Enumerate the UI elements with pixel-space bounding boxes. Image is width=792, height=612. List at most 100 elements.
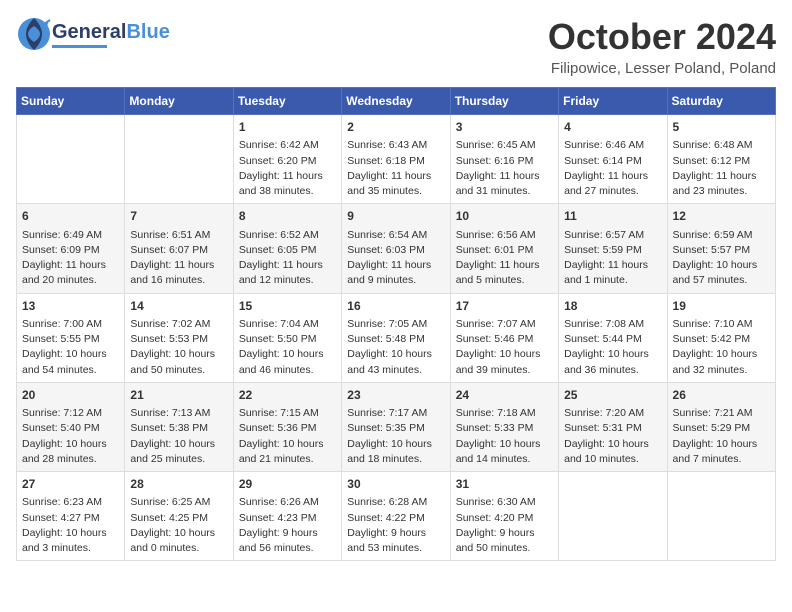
header-cell-saturday: Saturday <box>667 88 775 115</box>
day-number: 21 <box>130 387 227 404</box>
calendar-cell: 19 Sunrise: 7:10 AM Sunset: 5:42 PM Dayli… <box>667 293 775 382</box>
day-content: Sunrise: 7:04 AM Sunset: 5:50 PM Dayligh… <box>239 317 336 378</box>
location: Filipowice, Lesser Poland, Poland <box>548 60 776 77</box>
day-number: 25 <box>564 387 661 404</box>
day-content: Sunrise: 6:26 AM Sunset: 4:23 PM Dayligh… <box>239 495 336 556</box>
week-row-5: 27 Sunrise: 6:23 AM Sunset: 4:27 PM Dayli… <box>17 472 776 561</box>
header-cell-tuesday: Tuesday <box>233 88 341 115</box>
header-cell-monday: Monday <box>125 88 233 115</box>
day-content: Sunrise: 7:20 AM Sunset: 5:31 PM Dayligh… <box>564 406 661 467</box>
day-content: Sunrise: 7:17 AM Sunset: 5:35 PM Dayligh… <box>347 406 444 467</box>
day-number: 17 <box>456 298 553 315</box>
day-content: Sunrise: 6:42 AM Sunset: 6:20 PM Dayligh… <box>239 138 336 199</box>
day-content: Sunrise: 6:56 AM Sunset: 6:01 PM Dayligh… <box>456 228 553 289</box>
day-number: 29 <box>239 476 336 493</box>
day-number: 9 <box>347 208 444 225</box>
calendar-cell <box>667 472 775 561</box>
day-number: 12 <box>673 208 770 225</box>
calendar-cell: 11Sunrise: 6:57 AM Sunset: 5:59 PM Dayli… <box>559 204 667 293</box>
calendar-cell: 25 Sunrise: 7:20 AM Sunset: 5:31 PM Dayli… <box>559 382 667 471</box>
calendar-cell: 1 Sunrise: 6:42 AM Sunset: 6:20 PM Daylig… <box>233 115 341 204</box>
header-cell-thursday: Thursday <box>450 88 558 115</box>
calendar-cell: 3 Sunrise: 6:45 AM Sunset: 6:16 PM Daylig… <box>450 115 558 204</box>
day-content: Sunrise: 7:02 AM Sunset: 5:53 PM Dayligh… <box>130 317 227 378</box>
calendar-cell: 21Sunrise: 7:13 AM Sunset: 5:38 PM Dayli… <box>125 382 233 471</box>
page-header: GeneralBlue October 2024 Filipowice, Les… <box>16 16 776 77</box>
day-content: Sunrise: 7:21 AM Sunset: 5:29 PM Dayligh… <box>673 406 770 467</box>
calendar-cell: 28 Sunrise: 6:25 AM Sunset: 4:25 PM Dayli… <box>125 472 233 561</box>
logo-icon: GeneralBlue <box>16 16 170 52</box>
day-number: 2 <box>347 119 444 136</box>
calendar-cell: 24 Sunrise: 7:18 AM Sunset: 5:33 PM Dayli… <box>450 382 558 471</box>
day-content: Sunrise: 7:10 AM Sunset: 5:42 PM Dayligh… <box>673 317 770 378</box>
logo-globe-icon <box>16 16 52 52</box>
day-number: 19 <box>673 298 770 315</box>
calendar-cell: 9Sunrise: 6:54 AM Sunset: 6:03 PM Daylig… <box>342 204 450 293</box>
day-number: 31 <box>456 476 553 493</box>
calendar-cell: 4 Sunrise: 6:46 AM Sunset: 6:14 PM Daylig… <box>559 115 667 204</box>
day-number: 28 <box>130 476 227 493</box>
week-row-1: 1 Sunrise: 6:42 AM Sunset: 6:20 PM Daylig… <box>17 115 776 204</box>
day-content: Sunrise: 6:23 AM Sunset: 4:27 PM Dayligh… <box>22 495 119 556</box>
calendar-cell: 2 Sunrise: 6:43 AM Sunset: 6:18 PM Daylig… <box>342 115 450 204</box>
calendar-cell: 15 Sunrise: 7:04 AM Sunset: 5:50 PM Dayli… <box>233 293 341 382</box>
day-number: 7 <box>130 208 227 225</box>
day-number: 30 <box>347 476 444 493</box>
header-cell-sunday: Sunday <box>17 88 125 115</box>
calendar-header: SundayMondayTuesdayWednesdayThursdayFrid… <box>17 88 776 115</box>
calendar-cell: 7 Sunrise: 6:51 AM Sunset: 6:07 PM Daylig… <box>125 204 233 293</box>
calendar-cell: 20Sunrise: 7:12 AM Sunset: 5:40 PM Dayli… <box>17 382 125 471</box>
calendar-cell: 30 Sunrise: 6:28 AM Sunset: 4:22 PM Dayli… <box>342 472 450 561</box>
day-content: Sunrise: 6:51 AM Sunset: 6:07 PM Dayligh… <box>130 228 227 289</box>
calendar-cell: 16Sunrise: 7:05 AM Sunset: 5:48 PM Dayli… <box>342 293 450 382</box>
calendar-cell: 22 Sunrise: 7:15 AM Sunset: 5:36 PM Dayli… <box>233 382 341 471</box>
day-number: 3 <box>456 119 553 136</box>
day-content: Sunrise: 7:18 AM Sunset: 5:33 PM Dayligh… <box>456 406 553 467</box>
calendar-cell: 23 Sunrise: 7:17 AM Sunset: 5:35 PM Dayli… <box>342 382 450 471</box>
day-number: 22 <box>239 387 336 404</box>
calendar-cell <box>125 115 233 204</box>
day-content: Sunrise: 6:25 AM Sunset: 4:25 PM Dayligh… <box>130 495 227 556</box>
calendar-cell: 17 Sunrise: 7:07 AM Sunset: 5:46 PM Dayli… <box>450 293 558 382</box>
day-number: 11 <box>564 208 661 225</box>
day-number: 24 <box>456 387 553 404</box>
day-content: Sunrise: 6:28 AM Sunset: 4:22 PM Dayligh… <box>347 495 444 556</box>
week-row-2: 6 Sunrise: 6:49 AM Sunset: 6:09 PM Daylig… <box>17 204 776 293</box>
day-content: Sunrise: 6:46 AM Sunset: 6:14 PM Dayligh… <box>564 138 661 199</box>
day-content: Sunrise: 6:45 AM Sunset: 6:16 PM Dayligh… <box>456 138 553 199</box>
week-row-3: 13Sunrise: 7:00 AM Sunset: 5:55 PM Dayli… <box>17 293 776 382</box>
calendar-table: SundayMondayTuesdayWednesdayThursdayFrid… <box>16 87 776 561</box>
day-number: 6 <box>22 208 119 225</box>
month-title: October 2024 <box>548 16 776 58</box>
calendar-cell: 26 Sunrise: 7:21 AM Sunset: 5:29 PM Dayli… <box>667 382 775 471</box>
week-row-4: 20Sunrise: 7:12 AM Sunset: 5:40 PM Dayli… <box>17 382 776 471</box>
day-number: 5 <box>673 119 770 136</box>
day-content: Sunrise: 7:00 AM Sunset: 5:55 PM Dayligh… <box>22 317 119 378</box>
logo: GeneralBlue <box>16 16 170 52</box>
calendar-cell <box>559 472 667 561</box>
calendar-cell: 13Sunrise: 7:00 AM Sunset: 5:55 PM Dayli… <box>17 293 125 382</box>
day-number: 15 <box>239 298 336 315</box>
calendar-cell: 29 Sunrise: 6:26 AM Sunset: 4:23 PM Dayli… <box>233 472 341 561</box>
calendar-cell <box>17 115 125 204</box>
calendar-cell: 27 Sunrise: 6:23 AM Sunset: 4:27 PM Dayli… <box>17 472 125 561</box>
day-content: Sunrise: 6:43 AM Sunset: 6:18 PM Dayligh… <box>347 138 444 199</box>
calendar-body: 1 Sunrise: 6:42 AM Sunset: 6:20 PM Daylig… <box>17 115 776 561</box>
day-number: 8 <box>239 208 336 225</box>
day-content: Sunrise: 7:05 AM Sunset: 5:48 PM Dayligh… <box>347 317 444 378</box>
day-content: Sunrise: 7:07 AM Sunset: 5:46 PM Dayligh… <box>456 317 553 378</box>
day-content: Sunrise: 6:59 AM Sunset: 5:57 PM Dayligh… <box>673 228 770 289</box>
day-number: 4 <box>564 119 661 136</box>
day-number: 1 <box>239 119 336 136</box>
day-content: Sunrise: 6:49 AM Sunset: 6:09 PM Dayligh… <box>22 228 119 289</box>
day-number: 26 <box>673 387 770 404</box>
day-number: 18 <box>564 298 661 315</box>
day-number: 10 <box>456 208 553 225</box>
title-block: October 2024 Filipowice, Lesser Poland, … <box>548 16 776 77</box>
day-content: Sunrise: 7:15 AM Sunset: 5:36 PM Dayligh… <box>239 406 336 467</box>
header-cell-wednesday: Wednesday <box>342 88 450 115</box>
day-number: 23 <box>347 387 444 404</box>
day-number: 27 <box>22 476 119 493</box>
logo-text-block: GeneralBlue <box>52 21 170 48</box>
day-content: Sunrise: 7:08 AM Sunset: 5:44 PM Dayligh… <box>564 317 661 378</box>
